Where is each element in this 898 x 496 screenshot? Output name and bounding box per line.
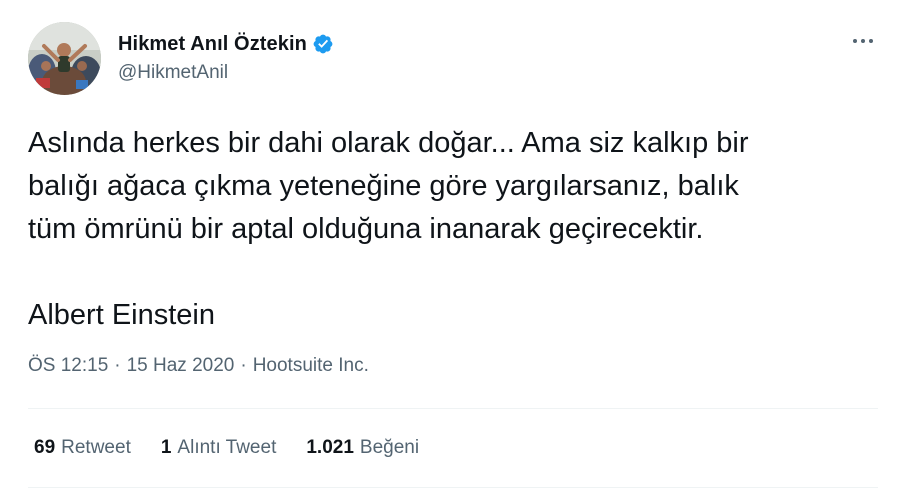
quote-tweets-stat[interactable]: 1 Alıntı Tweet [161,437,277,459]
tweet-stats: 69 Retweet 1 Alıntı Tweet 1.021 Beğeni [34,437,449,459]
retweets-count: 69 [34,437,56,458]
meta-separator: · [114,355,121,376]
tweet-meta: ÖS 12:15 · 15 Haz 2020 · Hootsuite Inc. [28,355,369,377]
author-display-name[interactable]: Hikmet Anıl Öztekin [118,33,307,56]
likes-stat[interactable]: 1.021 Beğeni [306,437,419,459]
author-name-row: Hikmet Anıl Öztekin [118,31,334,57]
meta-separator: · [240,355,247,376]
tweet-date[interactable]: 15 Haz 2020 [127,355,235,377]
retweets-stat[interactable]: 69 Retweet [34,437,131,459]
likes-count: 1.021 [306,437,354,458]
tweet-time[interactable]: ÖS 12:15 [28,355,108,377]
likes-label: Beğeni [359,437,420,458]
quote-tweets-count: 1 [160,437,172,458]
tweet-card: Hikmet Anıl Öztekin @HikmetAnil Aslında … [0,0,898,496]
verified-badge-icon [312,33,334,55]
retweets-label: Retweet [61,437,131,458]
divider [28,408,878,409]
avatar[interactable] [28,22,101,95]
avatar-photo [28,22,101,95]
divider [28,487,878,488]
tweet-text: Aslında herkes bir dahi olarak doğar... … [28,127,749,331]
author-handle[interactable]: @HikmetAnil [118,62,228,84]
quote-tweets-label: Alıntı Tweet [177,437,277,458]
more-horizontal-icon[interactable] [848,32,878,50]
tweet-source[interactable]: Hootsuite Inc. [253,355,369,377]
